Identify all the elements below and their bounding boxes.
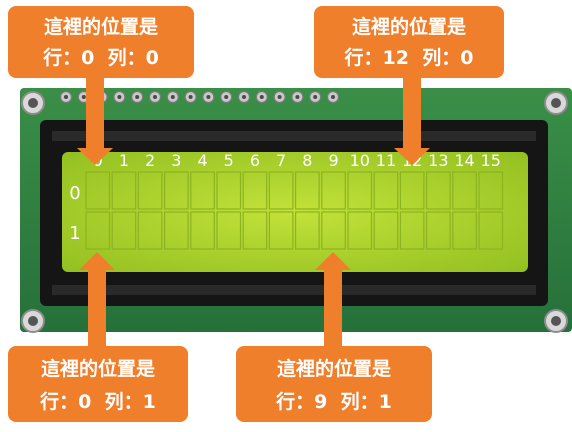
row-number: 1 [69, 223, 80, 244]
callout-position: 行：9 列：1 [275, 390, 392, 413]
header-pin [131, 90, 144, 104]
callout-title: 這裡的位置是 [352, 15, 466, 38]
column-number: 7 [276, 151, 286, 170]
column-number: 3 [171, 151, 181, 170]
callout-title: 這裡的位置是 [277, 357, 391, 380]
header-pin [309, 90, 322, 104]
column-number: 15 [481, 151, 501, 170]
header-pin [237, 90, 251, 104]
header-pin [326, 90, 340, 104]
lcd-position-diagram: 0123456789101112131415 01 這裡的位置是 行：0 列：0… [0, 0, 572, 432]
callout-position: 行：12 列：0 [344, 46, 474, 69]
header-pin [166, 90, 179, 104]
header-pin [220, 90, 233, 104]
column-number: 11 [376, 151, 396, 170]
column-number: 1 [119, 151, 129, 170]
header-pin [113, 90, 126, 104]
column-number: 10 [350, 151, 370, 170]
column-number: 13 [428, 151, 448, 170]
column-number: 5 [224, 151, 234, 170]
callout-position: 行：0 列：1 [39, 390, 156, 413]
header-pin [59, 90, 73, 104]
header-pin [255, 90, 268, 104]
column-number: 9 [328, 151, 338, 170]
callout-position: 行：0 列：0 [42, 46, 159, 69]
header-pin [184, 90, 197, 104]
column-number: 2 [145, 151, 155, 170]
header-pin [291, 90, 304, 104]
column-number: 14 [454, 151, 474, 170]
callout-title: 這裡的位置是 [44, 15, 158, 38]
callout-title: 這裡的位置是 [41, 357, 155, 380]
column-number: 4 [197, 151, 207, 170]
header-pin [273, 90, 286, 104]
header-pin [148, 90, 162, 104]
header-pin [202, 90, 215, 104]
row-number: 0 [69, 183, 80, 204]
lcd-diagram-svg: 0123456789101112131415 01 這裡的位置是 行：0 列：0… [8, 6, 572, 422]
column-number: 8 [302, 151, 312, 170]
column-number: 6 [250, 151, 260, 170]
